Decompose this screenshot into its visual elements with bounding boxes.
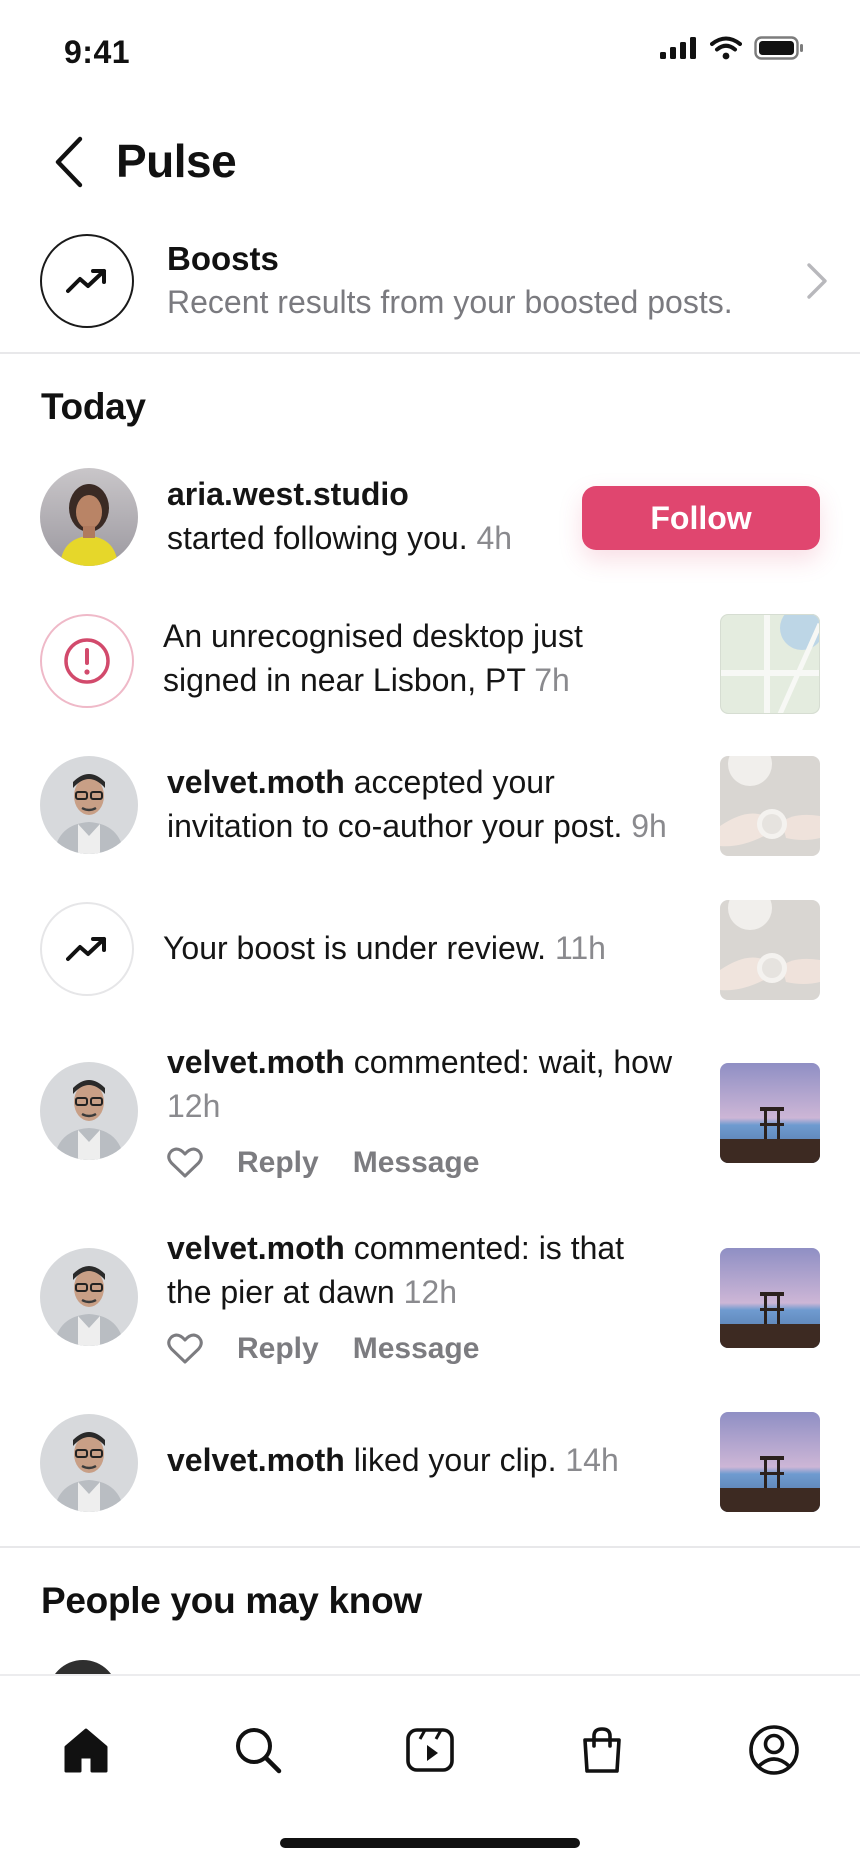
- post-thumbnail[interactable]: [720, 756, 820, 856]
- timestamp: 4h: [476, 520, 513, 556]
- reply-button[interactable]: Reply: [237, 1146, 319, 1180]
- avatar[interactable]: [40, 1248, 138, 1346]
- status-bar: 9:41: [0, 0, 860, 104]
- back-button[interactable]: [44, 130, 94, 194]
- tab-shop[interactable]: [572, 1720, 632, 1780]
- avatar[interactable]: [40, 756, 138, 854]
- username[interactable]: velvet.moth: [167, 1442, 345, 1478]
- timestamp: 12h: [403, 1274, 457, 1310]
- post-thumbnail[interactable]: [720, 900, 820, 1000]
- notification-row[interactable]: velvet.moth accepted your invitation to …: [0, 756, 860, 860]
- username[interactable]: velvet.moth: [167, 1044, 345, 1080]
- heart-icon[interactable]: [167, 1333, 203, 1365]
- follow-button[interactable]: Follow: [582, 486, 820, 550]
- timestamp: 11h: [554, 930, 606, 966]
- username[interactable]: aria.west.studio: [167, 476, 409, 512]
- timestamp: 14h: [565, 1442, 619, 1478]
- avatar-peek: [48, 1660, 118, 1674]
- status-time: 9:41: [64, 34, 131, 70]
- section-title-today: Today: [41, 386, 146, 427]
- wifi-icon: [710, 36, 742, 60]
- page-title: Pulse: [116, 135, 237, 187]
- timestamp: 7h: [534, 662, 570, 698]
- notification-text: An unrecognised desktop just signed in n…: [163, 618, 583, 698]
- section-title-people: People you may know: [41, 1580, 422, 1621]
- battery-icon: [754, 36, 803, 60]
- notification-row[interactable]: velvet.moth commented: wait, how 12h Rep…: [0, 1040, 860, 1190]
- boosts-title: Boosts: [167, 240, 279, 277]
- boosts-row[interactable]: Boosts Recent results from your boosted …: [0, 226, 860, 352]
- username[interactable]: velvet.moth: [167, 764, 345, 800]
- timestamp: 9h: [631, 808, 667, 844]
- post-thumbnail[interactable]: [720, 1063, 820, 1163]
- alert-icon-circle: [40, 614, 134, 708]
- notification-row[interactable]: Your boost is under review. 11h: [0, 900, 860, 1004]
- message-button[interactable]: Message: [353, 1332, 480, 1366]
- status-icons: [660, 36, 804, 60]
- tab-reels[interactable]: [400, 1720, 460, 1780]
- trending-up-icon: [66, 937, 106, 961]
- avatar[interactable]: [40, 1062, 138, 1160]
- home-indicator: [280, 1838, 580, 1848]
- boosts-subtitle: Recent results from your boosted posts.: [167, 284, 733, 320]
- divider: [0, 352, 860, 354]
- chevron-left-icon: [55, 136, 83, 188]
- message-button[interactable]: Message: [353, 1146, 480, 1180]
- avatar[interactable]: [40, 1414, 138, 1512]
- tab-search[interactable]: [228, 1720, 288, 1780]
- notification-text: velvet.moth commented: is that the pier …: [167, 1230, 625, 1310]
- signal-icon: [660, 37, 696, 59]
- chevron-right-icon: [806, 262, 828, 305]
- reels-icon: [406, 1728, 454, 1772]
- notification-row[interactable]: velvet.moth liked your clip. 14h: [0, 1410, 860, 1514]
- notification-row[interactable]: velvet.moth commented: is that the pier …: [0, 1226, 860, 1376]
- header: Pulse: [0, 120, 860, 204]
- home-icon: [64, 1728, 108, 1773]
- comment-actions: Reply Message: [167, 1332, 479, 1366]
- tab-home[interactable]: [56, 1720, 116, 1780]
- boost-icon-circle: [40, 234, 134, 328]
- shop-icon: [583, 1727, 621, 1773]
- post-thumbnail[interactable]: [720, 1248, 820, 1348]
- profile-icon: [749, 1725, 799, 1775]
- boost-icon-circle: [40, 902, 134, 996]
- timestamp: 12h: [167, 1088, 221, 1124]
- notification-text: aria.west.studio started following you. …: [167, 476, 513, 556]
- notification-text: velvet.moth accepted your invitation to …: [167, 764, 667, 844]
- username[interactable]: velvet.moth: [167, 1230, 345, 1266]
- divider: [0, 1546, 860, 1548]
- clip-thumbnail[interactable]: [720, 1412, 820, 1512]
- notification-text: Your boost is under review. 11h: [163, 930, 606, 966]
- notification-row[interactable]: aria.west.studio started following you. …: [0, 468, 860, 572]
- comment-actions: Reply Message: [167, 1146, 479, 1180]
- notification-text: velvet.moth liked your clip. 14h: [167, 1442, 619, 1478]
- trending-up-icon: [66, 269, 106, 293]
- search-icon: [236, 1728, 282, 1774]
- tab-profile[interactable]: [744, 1720, 804, 1780]
- reply-button[interactable]: Reply: [237, 1332, 319, 1366]
- alert-icon: [64, 638, 110, 684]
- notification-text: velvet.moth commented: wait, how 12h: [167, 1044, 673, 1124]
- avatar[interactable]: [40, 468, 138, 566]
- notification-row[interactable]: An unrecognised desktop just signed in n…: [0, 612, 860, 716]
- heart-icon[interactable]: [167, 1147, 203, 1179]
- tab-bar: [0, 1674, 860, 1864]
- map-thumbnail[interactable]: [720, 614, 820, 714]
